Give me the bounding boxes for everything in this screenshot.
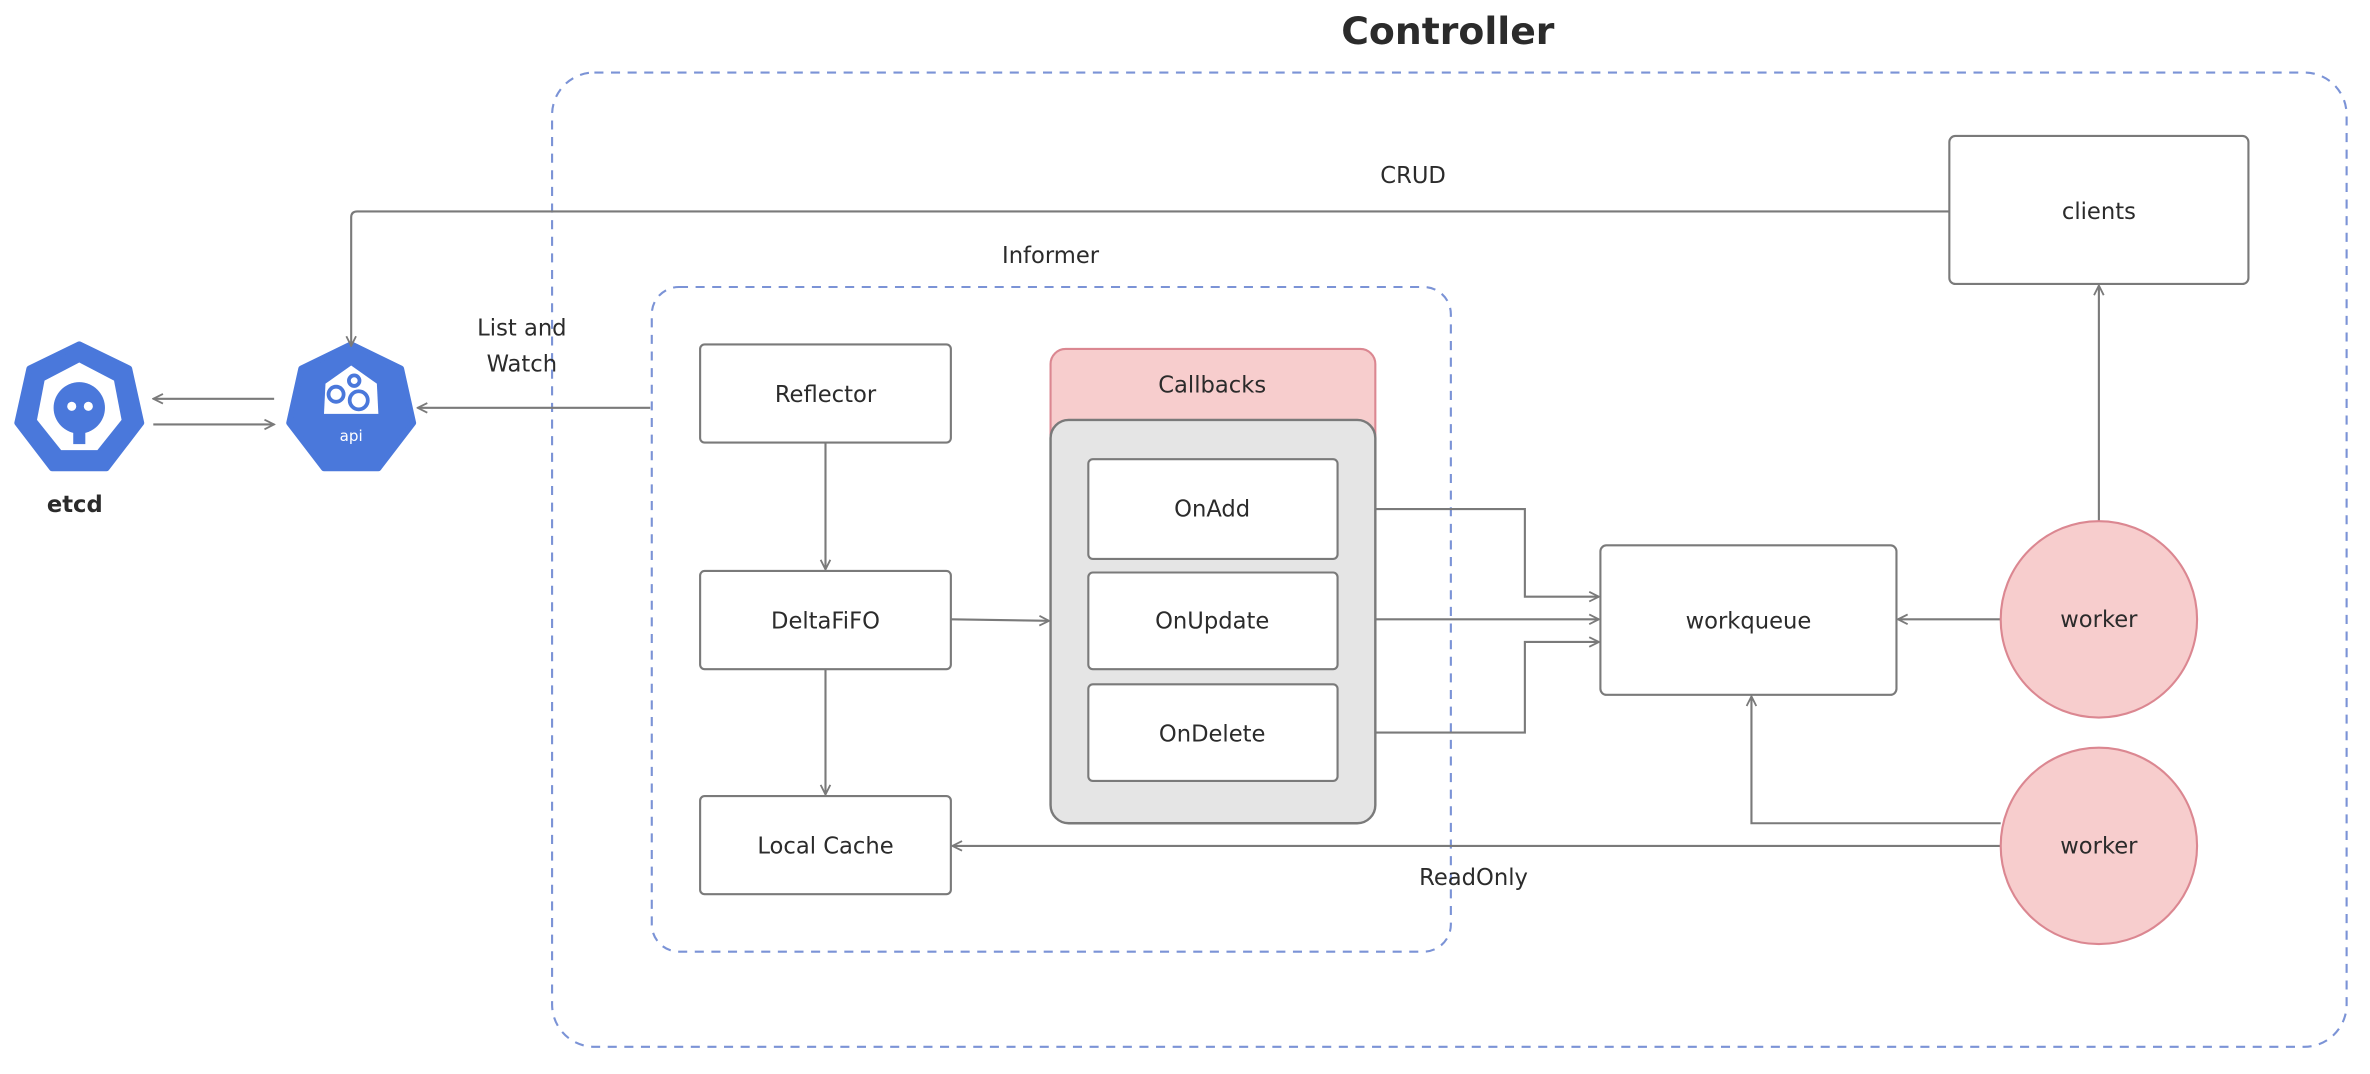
crud-label: CRUD (1380, 163, 1446, 189)
callbacks-label: Callbacks (1158, 373, 1266, 399)
reflector-label: Reflector (775, 382, 877, 408)
ondelete-to-workqueue-arrow (1375, 642, 1599, 734)
worker-node-1[interactable]: worker (1999, 520, 2199, 719)
onupdate-node[interactable]: OnUpdate (1087, 571, 1339, 671)
worker2-to-workqueue-arrow (1751, 696, 2001, 825)
deltafifo-to-callbacks-arrow (950, 619, 1049, 621)
readonly-label: ReadOnly (1419, 865, 1528, 891)
worker-node-2[interactable]: worker (1999, 746, 2199, 946)
clients-node[interactable]: clients (1948, 134, 2250, 286)
onupdate-label: OnUpdate (1155, 608, 1269, 634)
list-watch-label-2: Watch (487, 352, 557, 378)
workqueue-label: workqueue (1686, 608, 1812, 634)
onadd-node[interactable]: OnAdd (1087, 458, 1339, 560)
worker2-label: worker (2060, 833, 2138, 859)
diagram-title: Controller (1341, 9, 1555, 53)
deltafifo-node[interactable]: DeltaFiFO (699, 569, 952, 671)
api-server-icon: api (286, 341, 417, 472)
local-cache-node[interactable]: Local Cache (699, 795, 952, 896)
onadd-to-workqueue-arrow (1375, 507, 1599, 597)
api-label: api (340, 427, 363, 445)
local-cache-label: Local Cache (757, 833, 893, 859)
ondelete-label: OnDelete (1159, 722, 1266, 748)
deltafifo-label: DeltaFiFO (771, 608, 880, 634)
ondelete-node[interactable]: OnDelete (1087, 683, 1339, 783)
informer-label: Informer (1002, 243, 1100, 269)
worker1-label: worker (2060, 607, 2138, 633)
crud-arrow (351, 210, 1950, 345)
etcd-icon (14, 341, 145, 472)
clients-label: clients (2062, 199, 2136, 225)
etcd-label: etcd (47, 492, 103, 518)
controller-diagram: Controller Informer etcd api List and Wa… (14, 9, 2348, 1048)
onadd-label: OnAdd (1174, 497, 1250, 523)
list-watch-label: List and (477, 315, 566, 341)
reflector-node[interactable]: Reflector (699, 343, 952, 444)
workqueue-node[interactable]: workqueue (1599, 544, 1898, 696)
